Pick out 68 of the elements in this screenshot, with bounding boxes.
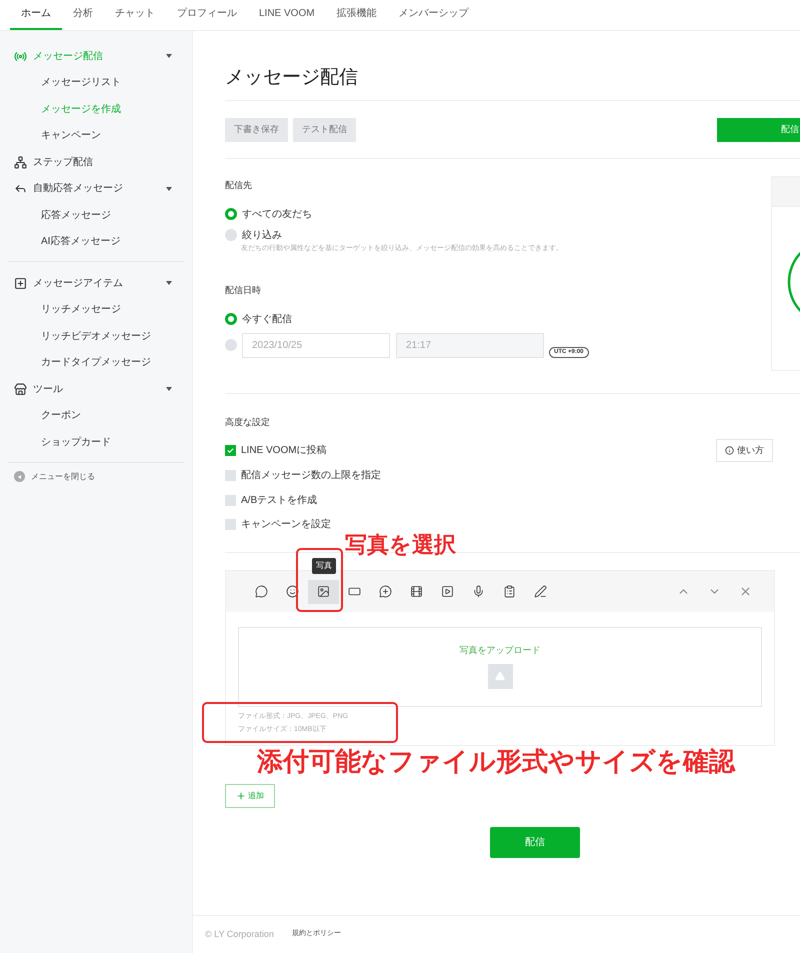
sidebar-item[interactable]: 自動応答メッセージ	[8, 176, 184, 202]
radio-button[interactable]	[225, 339, 237, 351]
radio-label: すべての友だち	[242, 208, 312, 222]
image-placeholder-icon	[488, 664, 512, 689]
checkbox-label: キャンペーンを設定	[241, 518, 331, 532]
sidebar-subitem[interactable]: ショップカード	[8, 429, 184, 456]
sidebar-subitem[interactable]: 応答メッセージ	[8, 202, 184, 228]
sidebar-subitem[interactable]: メッセージリスト	[8, 70, 184, 96]
menu-section-icon	[14, 50, 27, 63]
smiley-icon	[286, 585, 299, 598]
speech-bubble-icon	[255, 585, 268, 598]
checkmark-icon	[227, 447, 234, 454]
sidebar-subitem[interactable]: キャンペーン	[8, 122, 184, 149]
radio-button[interactable]	[225, 313, 237, 325]
sidebar-subitem[interactable]: リッチメッセージ	[8, 296, 184, 323]
nav-tab[interactable]: プロフィール	[166, 0, 248, 30]
sidebar-subitem[interactable]: リッチビデオメッセージ	[8, 323, 184, 350]
annotation-text: 添付可能なファイル形式やサイズを確認	[257, 748, 735, 774]
checkbox-label: A/Bテストを作成	[241, 494, 318, 508]
checkbox-label: LINE VOOMに投稿	[241, 444, 327, 458]
sidebar-item[interactable]: メッセージアイテム	[8, 270, 184, 296]
play-icon	[441, 585, 454, 598]
nav-tab[interactable]: メンバーシップ	[388, 0, 480, 30]
nav-tab[interactable]: チャット	[104, 0, 166, 30]
annotation-text: 写真を選択	[345, 531, 456, 559]
highlight-frame	[296, 548, 343, 612]
radio-label: 今すぐ配信	[242, 312, 292, 326]
menu-section-icon	[14, 182, 27, 196]
image-icon	[317, 585, 330, 598]
sidebar-subitem[interactable]: カードタイプメッセージ	[8, 350, 184, 376]
sidebar-subitem[interactable]: クーポン	[8, 402, 184, 429]
chat-plus-icon	[379, 585, 392, 598]
section-label: 高度な設定	[225, 416, 271, 429]
copyright-text: © LY Corporation	[205, 928, 274, 941]
close-menu-button[interactable]: メニューを閉じる	[14, 470, 178, 482]
chevron-left-icon	[14, 471, 25, 482]
radio-button[interactable]	[225, 208, 237, 220]
clipboard-icon	[503, 585, 516, 598]
save-draft-button[interactable]: 下書き保存	[225, 118, 288, 142]
sidebar-subitem[interactable]: AI応答メッセージ	[8, 228, 184, 255]
page-title: メッセージ配信	[225, 66, 359, 90]
menu-section-icon	[14, 382, 27, 396]
checkbox[interactable]	[225, 519, 236, 530]
close-icon[interactable]	[739, 585, 752, 598]
nav-tab[interactable]: LINE VOOM	[248, 0, 326, 30]
sidebar-item[interactable]: ツール	[8, 376, 184, 402]
microphone-icon	[472, 585, 485, 598]
radio-button[interactable]	[225, 229, 237, 241]
section-label: 配信日時	[225, 284, 262, 297]
nav-tab[interactable]: 拡張機能	[326, 0, 388, 30]
nav-tab[interactable]: 分析	[62, 0, 104, 30]
menu-section-icon	[14, 276, 27, 290]
checkbox-label: 配信メッセージ数の上限を指定	[241, 468, 381, 484]
sidebar-item[interactable]: ステップ配信	[8, 149, 184, 176]
section-label: 配信先	[225, 179, 253, 192]
help-button[interactable]: 使い方	[716, 439, 773, 462]
radio-label: 絞り込み	[242, 228, 282, 242]
pen-icon	[534, 585, 547, 598]
menu-section-icon	[14, 156, 27, 169]
checkbox[interactable]	[225, 445, 236, 456]
film-icon	[410, 585, 423, 598]
info-icon	[725, 446, 734, 456]
checkbox[interactable]	[225, 494, 236, 506]
plus-icon	[236, 791, 246, 802]
test-send-button[interactable]: テスト配信	[293, 118, 356, 142]
tooltip: 写真	[312, 558, 336, 574]
checkbox[interactable]	[225, 470, 236, 482]
upload-label: 写真をアップロード	[460, 644, 540, 658]
